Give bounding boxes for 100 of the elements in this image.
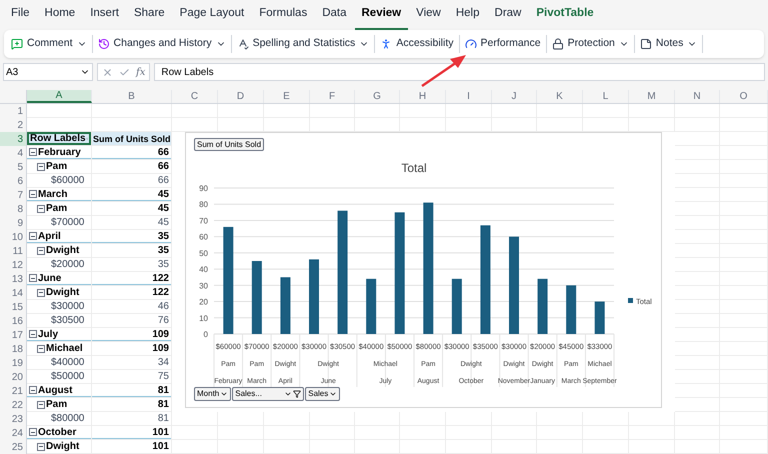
row-header[interactable]: 23 xyxy=(0,412,27,426)
grid-cell[interactable]: $30500 xyxy=(27,314,92,328)
grid-cell[interactable]: 122 xyxy=(92,286,172,300)
collapse-icon[interactable] xyxy=(29,232,37,240)
grid-cell[interactable]: March xyxy=(27,188,92,202)
grid-cell[interactable]: 66 xyxy=(92,174,172,188)
row-header[interactable]: 21 xyxy=(0,384,27,398)
grid-cell[interactable]: Pam xyxy=(27,202,92,216)
name-box[interactable]: A3 xyxy=(3,63,93,81)
collapse-icon[interactable] xyxy=(29,330,37,338)
grid-cell[interactable]: 66 xyxy=(92,146,172,160)
ribbon-button[interactable]: Accessibility xyxy=(375,33,458,55)
grid-cell[interactable]: $80000 xyxy=(27,412,92,426)
column-header[interactable]: B xyxy=(92,90,172,103)
ribbon-button[interactable]: Spelling and Statistics xyxy=(232,33,374,55)
menu-tab[interactable]: Home xyxy=(38,2,82,30)
grid-cell[interactable]: July xyxy=(27,328,92,342)
collapse-icon[interactable] xyxy=(29,274,37,282)
column-header[interactable]: E xyxy=(264,90,310,103)
function-button[interactable]: fx xyxy=(136,64,146,80)
row-header[interactable]: 10 xyxy=(0,230,27,244)
menu-tab[interactable]: Help xyxy=(448,2,487,30)
row-header[interactable]: 2 xyxy=(0,118,27,132)
ribbon-button[interactable]: Changes and History xyxy=(92,33,231,55)
value-field-button[interactable]: Sum of Units Sold xyxy=(194,138,264,151)
grid-cell[interactable]: Sum of Units Sold xyxy=(92,132,172,146)
menu-tab[interactable]: Share xyxy=(126,2,172,30)
menu-tab[interactable]: Formulas xyxy=(252,2,314,30)
row-labels-header[interactable]: Row Labels xyxy=(27,132,91,145)
grid-cell[interactable]: 75 xyxy=(92,370,172,384)
grid-cell[interactable]: 66 xyxy=(92,160,172,174)
column-header[interactable]: H xyxy=(400,90,446,103)
ribbon-button[interactable]: Comment xyxy=(6,33,92,55)
collapse-icon[interactable] xyxy=(29,190,37,198)
cancel-icon[interactable] xyxy=(102,66,113,78)
grid-cell[interactable]: $40000 xyxy=(27,356,92,370)
grid-cell[interactable]: February xyxy=(27,146,92,160)
grid-cell[interactable]: $20000 xyxy=(27,258,92,272)
row-header[interactable]: 13 xyxy=(0,272,27,286)
row-header[interactable]: 12 xyxy=(0,258,27,272)
collapse-icon[interactable] xyxy=(37,204,45,212)
row-header[interactable]: 18 xyxy=(0,342,27,356)
row-header[interactable]: 4 xyxy=(0,146,27,160)
collapse-icon[interactable] xyxy=(29,148,37,156)
collapse-icon[interactable] xyxy=(37,162,45,170)
column-header[interactable]: G xyxy=(355,90,400,103)
grid-cell[interactable]: 109 xyxy=(92,342,172,356)
grid-cell[interactable]: Pam xyxy=(27,398,92,412)
column-header[interactable]: I xyxy=(446,90,492,103)
grid-cell[interactable]: 46 xyxy=(92,300,172,314)
row-header[interactable]: 6 xyxy=(0,174,27,188)
column-header[interactable]: O xyxy=(720,90,768,103)
field-button[interactable]: Month xyxy=(194,387,232,401)
column-header[interactable]: A xyxy=(27,90,92,103)
row-header[interactable]: 22 xyxy=(0,398,27,412)
grid-cell[interactable]: 35 xyxy=(92,230,172,244)
grid-cell[interactable]: 101 xyxy=(92,426,172,440)
row-header[interactable]: 20 xyxy=(0,370,27,384)
column-header[interactable]: L xyxy=(583,90,629,103)
ribbon-button[interactable]: Notes xyxy=(634,33,702,55)
menu-tab[interactable]: PivotTable xyxy=(529,2,601,30)
collapse-icon[interactable] xyxy=(29,386,37,394)
menu-tab[interactable]: Data xyxy=(315,2,354,30)
collapse-icon[interactable] xyxy=(29,428,37,436)
grid-cell[interactable]: 45 xyxy=(92,188,172,202)
grid-cell[interactable]: 81 xyxy=(92,398,172,412)
grid-cell[interactable]: August xyxy=(27,384,92,398)
grid-cell[interactable]: 34 xyxy=(92,356,172,370)
grid-cell[interactable]: $50000 xyxy=(27,370,92,384)
collapse-icon[interactable] xyxy=(37,442,45,450)
row-header[interactable]: 3 xyxy=(0,132,27,146)
grid-cell[interactable]: Dwight xyxy=(27,440,92,454)
column-header[interactable]: J xyxy=(492,90,537,103)
menu-tab[interactable]: File xyxy=(4,2,37,30)
row-header[interactable]: 19 xyxy=(0,356,27,370)
grid-cell[interactable]: 35 xyxy=(92,244,172,258)
grid-cell[interactable]: 45 xyxy=(92,216,172,230)
check-icon[interactable] xyxy=(119,66,130,78)
row-header[interactable]: 9 xyxy=(0,216,27,230)
row-header[interactable]: 14 xyxy=(0,286,27,300)
grid-cell[interactable]: Dwight xyxy=(27,244,92,258)
grid-cell[interactable]: 45 xyxy=(92,202,172,216)
collapse-icon[interactable] xyxy=(37,246,45,254)
column-header[interactable]: M xyxy=(629,90,675,103)
grid-cell[interactable]: 101 xyxy=(92,440,172,454)
ribbon-button[interactable]: Performance xyxy=(460,33,546,55)
column-header[interactable]: F xyxy=(310,90,355,103)
menu-tab[interactable]: Page Layout xyxy=(172,2,252,30)
collapse-icon[interactable] xyxy=(37,400,45,408)
column-header[interactable]: C xyxy=(172,90,218,103)
column-header[interactable]: K xyxy=(537,90,583,103)
column-header[interactable]: D xyxy=(218,90,264,103)
menu-tab[interactable]: Insert xyxy=(83,2,126,30)
row-header[interactable]: 5 xyxy=(0,160,27,174)
grid-cell[interactable]: 122 xyxy=(92,272,172,286)
row-header[interactable]: 15 xyxy=(0,300,27,314)
menu-tab[interactable]: Draw xyxy=(488,2,528,30)
row-header[interactable]: 8 xyxy=(0,202,27,216)
grid-cell[interactable]: 109 xyxy=(92,328,172,342)
grid-cell[interactable]: 35 xyxy=(92,258,172,272)
